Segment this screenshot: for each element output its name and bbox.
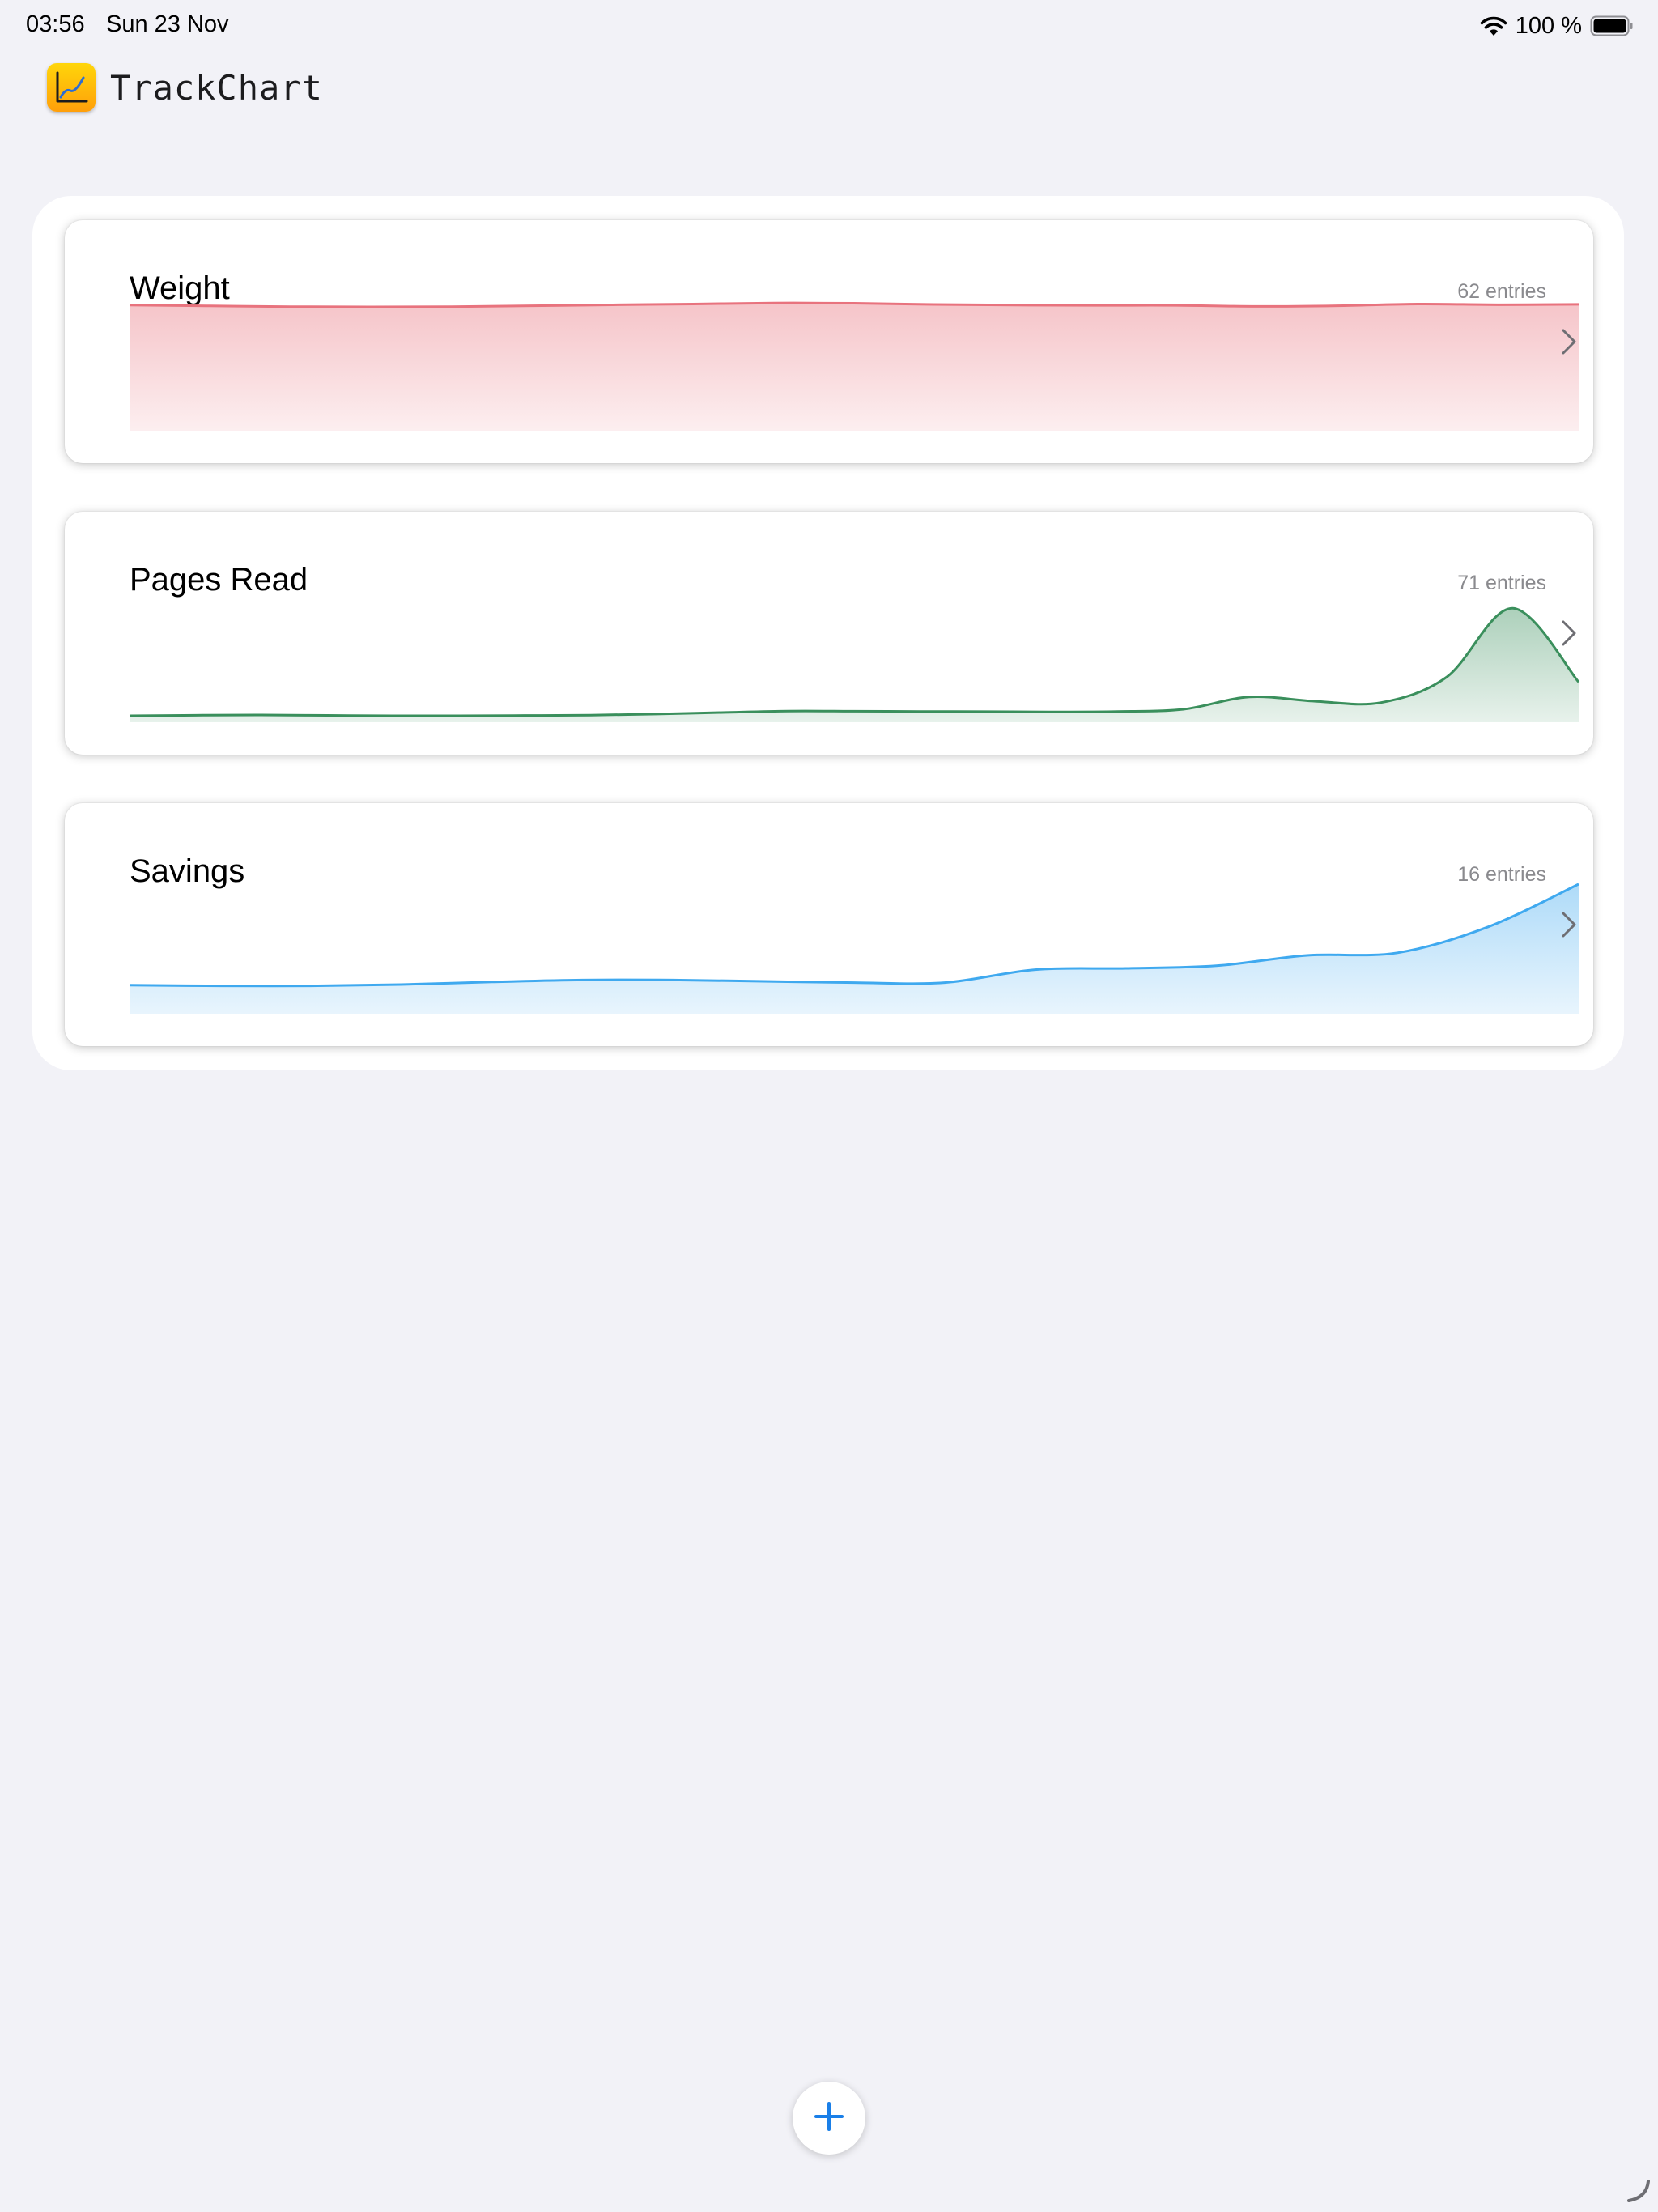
status-time: 03:56 [26,11,85,37]
add-tracker-button[interactable] [793,2082,865,2155]
tracker-entries-count: 71 entries [1457,572,1546,594]
sparkline-chart [129,606,1580,722]
tracker-card-pages-read[interactable]: Pages Read 71 entries [65,512,1593,755]
battery-full-icon [1590,15,1634,36]
sparkline-chart [129,301,1579,431]
wifi-icon [1480,15,1507,36]
tracker-list: Weight 62 entries Pages Read 71 entries … [32,196,1624,1070]
app-title: TrackChart [110,67,323,108]
plus-icon [811,2099,847,2138]
status-bar: 03:56 Sun 23 Nov 100 % [0,0,1658,52]
tracker-entries-count: 62 entries [1457,280,1546,303]
chart-series-line [129,606,1580,717]
chevron-right-icon[interactable] [1559,324,1579,359]
battery-percentage: 100 % [1515,12,1582,39]
tracker-card-weight[interactable]: Weight 62 entries [65,220,1593,463]
line-chart-icon [47,63,96,112]
tracker-chart [129,301,1579,431]
status-indicators: 100 % [1480,11,1634,40]
tracker-entries-count: 16 entries [1457,863,1546,886]
chevron-right-icon[interactable] [1559,615,1579,651]
chart-area-fill [130,303,1579,431]
sparkline-chart [129,883,1579,1014]
status-date: Sun 23 Nov [106,11,229,37]
tracker-card-savings[interactable]: Savings 16 entries [65,803,1593,1046]
resize-handle-icon [1626,2178,1652,2204]
app-header: TrackChart [47,62,323,113]
chart-area-fill [130,884,1579,1014]
chevron-right-icon[interactable] [1559,907,1579,942]
tracker-chart [129,593,1580,722]
tracker-chart [129,883,1579,1014]
